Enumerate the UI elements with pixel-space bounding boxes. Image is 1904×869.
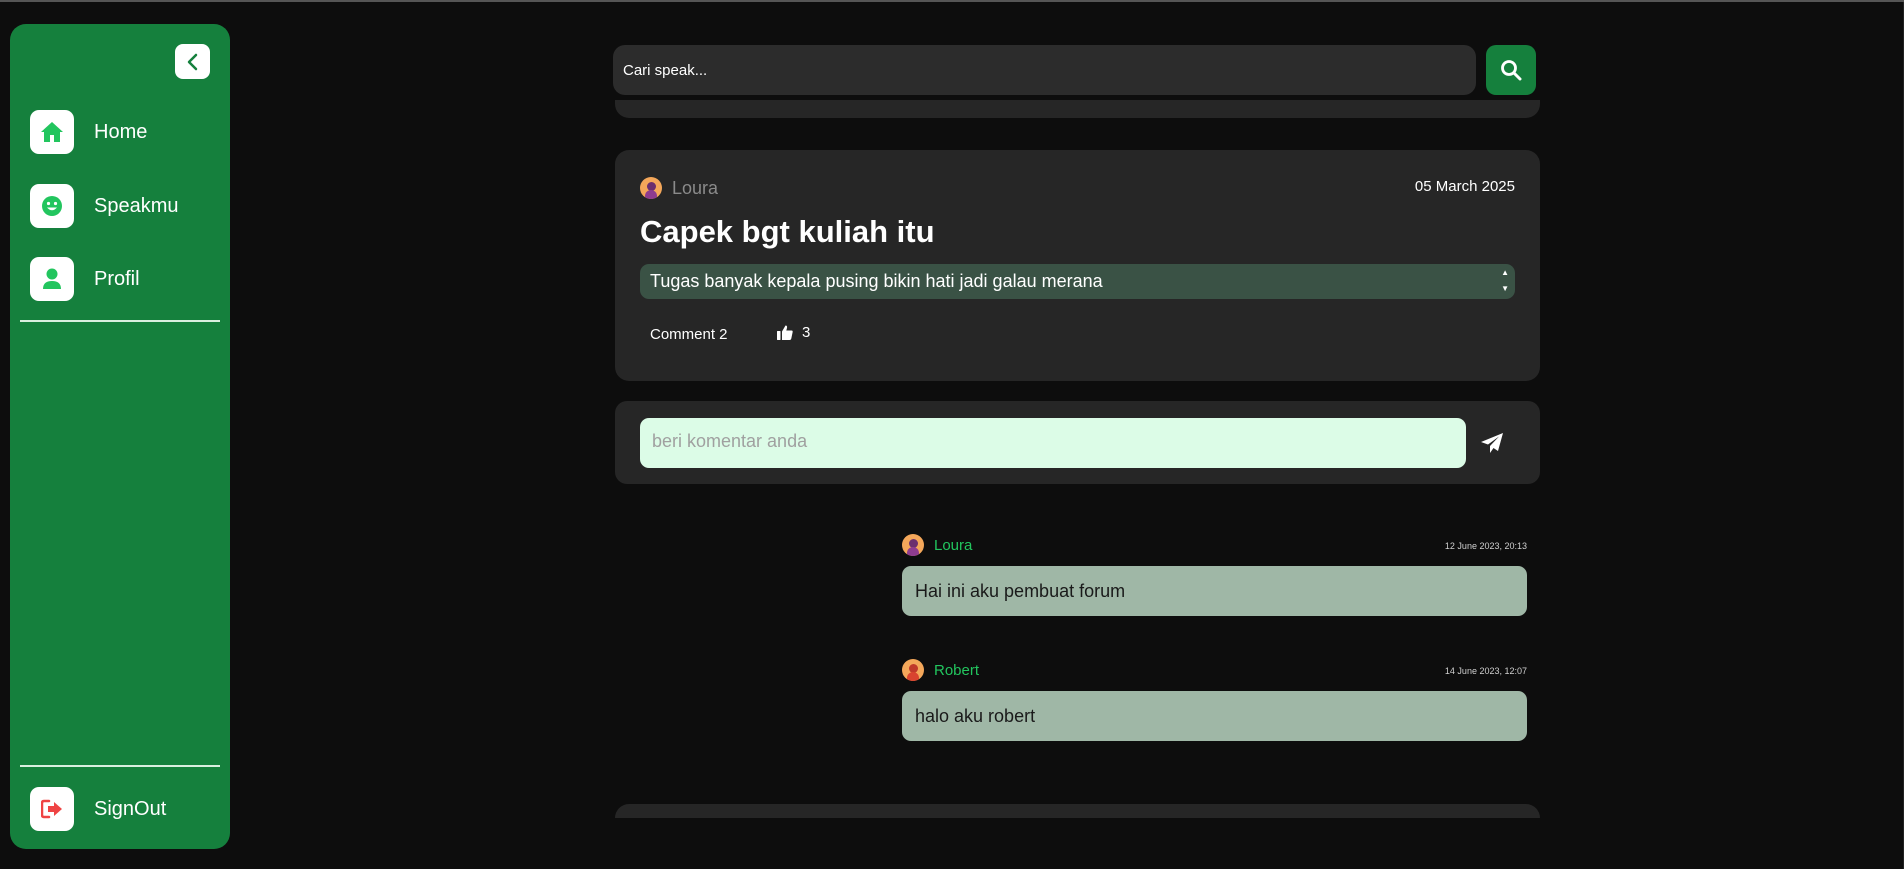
thumbs-up-icon bbox=[777, 325, 793, 340]
search-input[interactable] bbox=[613, 45, 1476, 95]
comment-author: Robert bbox=[934, 661, 980, 679]
comment-timestamp: 14 June 2023, 12:07 bbox=[1444, 666, 1527, 676]
comment-bubble: Hai ini aku pembuat forum bbox=[902, 566, 1527, 616]
post-title: Capek bgt kuliah itu bbox=[640, 214, 935, 249]
sidebar: Home Speakmu Profil SignOut bbox=[10, 24, 230, 849]
scroll-arrows[interactable]: ▲ ▼ bbox=[1501, 268, 1509, 294]
avatar bbox=[640, 177, 662, 199]
post-card: Loura 05 March 2025 Capek bgt kuliah itu… bbox=[615, 150, 1540, 381]
paper-plane-icon bbox=[1481, 433, 1503, 453]
post-body-text: Tugas banyak kepala pusing bikin hati ja… bbox=[650, 271, 1103, 291]
comment-timestamp: 12 June 2023, 20:13 bbox=[1444, 541, 1527, 551]
previous-post-card bbox=[615, 100, 1540, 118]
signout-label: SignOut bbox=[94, 797, 167, 820]
comment-item: Robert 14 June 2023, 12:07 halo aku robe… bbox=[902, 658, 1527, 741]
sidebar-item-speakmu[interactable]: Speakmu bbox=[30, 184, 179, 228]
sign-out-icon bbox=[41, 799, 62, 819]
sidebar-item-profil[interactable]: Profil bbox=[30, 257, 140, 301]
like-count: 3 bbox=[802, 324, 811, 341]
home-icon bbox=[41, 122, 63, 142]
sidebar-divider bbox=[20, 765, 220, 767]
search-button[interactable] bbox=[1486, 45, 1536, 95]
comment-bubble: halo aku robert bbox=[902, 691, 1527, 741]
comment-form bbox=[615, 401, 1540, 484]
collapse-sidebar-button[interactable] bbox=[175, 44, 210, 79]
chevron-left-icon bbox=[187, 53, 197, 70]
search-icon bbox=[1501, 60, 1522, 81]
avatar bbox=[902, 659, 924, 681]
comment-text: halo aku robert bbox=[915, 705, 1036, 726]
user-icon bbox=[43, 268, 61, 289]
comment-author: Loura bbox=[934, 536, 973, 554]
comment-count-button[interactable]: Comment 2 bbox=[650, 326, 728, 343]
caret-up-icon[interactable]: ▲ bbox=[1501, 268, 1509, 278]
next-post-card bbox=[615, 804, 1540, 818]
comment-input[interactable] bbox=[640, 418, 1466, 468]
sidebar-item-label: Home bbox=[94, 120, 148, 143]
sidebar-item-home[interactable]: Home bbox=[30, 110, 147, 154]
caret-down-icon[interactable]: ▼ bbox=[1501, 284, 1509, 294]
post-body: Tugas banyak kepala pusing bikin hati ja… bbox=[640, 264, 1515, 299]
post-date: 05 March 2025 bbox=[1414, 178, 1515, 195]
comment-text: Hai ini aku pembuat forum bbox=[915, 580, 1126, 601]
comment-item: Loura 12 June 2023, 20:13 Hai ini aku pe… bbox=[902, 533, 1527, 616]
signout-button[interactable]: SignOut bbox=[30, 787, 166, 831]
post-author-name: Loura bbox=[672, 177, 719, 198]
post-author: Loura bbox=[640, 177, 718, 199]
sidebar-item-label: Speakmu bbox=[94, 194, 179, 217]
like-button[interactable]: 3 bbox=[777, 324, 810, 341]
window-top-border bbox=[0, 0, 1904, 2]
sidebar-item-label: Profil bbox=[94, 267, 140, 290]
send-comment-button[interactable] bbox=[1477, 428, 1507, 458]
avatar bbox=[902, 534, 924, 556]
smile-icon bbox=[42, 196, 62, 216]
sidebar-divider bbox=[20, 320, 220, 322]
search-bar bbox=[613, 45, 1476, 95]
